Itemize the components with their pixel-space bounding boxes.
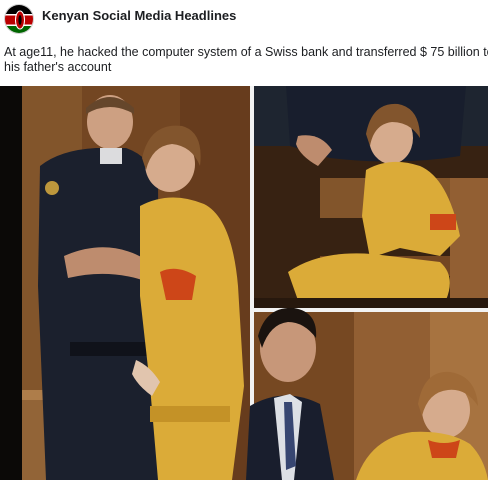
caption-line-2: his father's account [4,60,112,74]
page-name-link[interactable]: Kenyan Social Media Headlines [42,8,236,23]
post-photo[interactable] [0,86,488,480]
kenya-flag-avatar-icon [5,5,33,33]
post-caption: At age11, he hacked the computer system … [4,45,488,75]
caption-line-1: At age11, he hacked the computer system … [4,45,488,59]
post-header: Kenyan Social Media Headlines [0,0,488,42]
page-avatar[interactable] [4,4,34,34]
courtroom-collage-photo [0,86,488,480]
